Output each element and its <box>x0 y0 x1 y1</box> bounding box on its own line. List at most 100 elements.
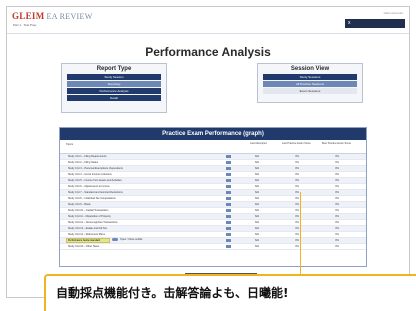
row-last-score: 0% <box>295 161 299 164</box>
row-topic: Study Unit 16 – Other Taxes <box>68 245 100 248</box>
row-expand-icon[interactable] <box>226 179 231 182</box>
row-last-attempted: N/A <box>254 221 260 224</box>
account-bar[interactable]: x <box>345 19 405 28</box>
legend-toggle[interactable]: Open / Close sublist <box>112 238 142 241</box>
row-best-score: 0% <box>335 215 339 218</box>
row-best-score: 0% <box>335 203 339 206</box>
row-last-score: 0% <box>295 173 299 176</box>
row-last-attempted: N/A <box>254 227 260 230</box>
row-topic: Study Unit 14 – Retirement Plans <box>68 233 105 236</box>
app-window: GLEIM EA REVIEW Part 1 · Test Prep Gleim … <box>6 6 410 298</box>
row-last-score: 0% <box>295 197 299 200</box>
performance-table: Practice Exam Performance (graph) Topics… <box>59 127 367 267</box>
row-best-score: 0% <box>335 239 339 242</box>
row-expand-icon[interactable] <box>226 161 231 164</box>
row-last-attempted: N/A <box>254 203 260 206</box>
report-option-study-session[interactable]: Study Session <box>67 74 161 80</box>
logo-main: GLEIM <box>12 11 45 21</box>
row-best-score: 0% <box>335 173 339 176</box>
row-last-score: 0% <box>295 167 299 170</box>
row-best-score: 0% <box>335 245 339 248</box>
row-last-attempted: N/A <box>254 173 260 176</box>
session-option-study[interactable]: Study Sessions <box>263 74 357 80</box>
row-expand-icon[interactable] <box>226 209 231 212</box>
row-last-attempted: N/A <box>254 215 260 218</box>
row-best-score: 0% <box>335 155 339 158</box>
row-expand-icon[interactable] <box>226 155 231 158</box>
row-last-attempted: N/A <box>254 197 260 200</box>
row-expand-icon[interactable] <box>226 227 231 230</box>
row-expand-icon[interactable] <box>226 167 231 170</box>
row-topic: Study Unit 12 – Nonrecognition Transacti… <box>68 221 118 224</box>
table-body: Study Unit 1 – Filing Requirements N/A 0% 0… <box>60 154 366 250</box>
row-expand-icon[interactable] <box>226 215 231 218</box>
row-last-score: 0% <box>295 233 299 236</box>
row-last-attempted: N/A <box>254 239 260 242</box>
col-last-attempted: Last Attempted <box>250 142 267 145</box>
row-expand-icon[interactable] <box>226 245 231 248</box>
row-last-attempted: N/A <box>254 179 260 182</box>
row-last-score: 0% <box>295 221 299 224</box>
session-option-practice[interactable]: All Practice Sessions <box>263 81 357 87</box>
header-divider <box>7 33 409 34</box>
row-topic: Study Unit 4 – Gross Income Inclusions <box>68 173 112 176</box>
row-expand-icon[interactable] <box>226 197 231 200</box>
col-topic: Topics <box>66 143 74 146</box>
header: GLEIM EA REVIEW Part 1 · Test Prep Gleim … <box>7 7 409 35</box>
row-expand-icon[interactable] <box>226 173 231 176</box>
row-last-score: 0% <box>295 245 299 248</box>
row-topic: Study Unit 5 – Income from Assets and Ac… <box>68 179 122 182</box>
session-view-heading: Session View <box>290 66 330 72</box>
row-best-score: 0% <box>335 179 339 182</box>
row-topic: Study Unit 11 – Disposition of Property <box>68 215 111 218</box>
row-topic: Study Unit 8 – Individual Tax Computatio… <box>68 197 116 200</box>
report-type-heading: Report Type <box>96 66 132 72</box>
row-topic: Study Unit 2 – Filing Status <box>68 161 99 164</box>
row-best-score: 0% <box>335 209 339 212</box>
report-option-performance-analysis[interactable]: Performance Analysis <box>67 88 161 94</box>
row-best-score: 0% <box>335 191 339 194</box>
row-expand-icon[interactable] <box>226 221 231 224</box>
report-type-panel: Report Type Study Session Summary Perfor… <box>61 63 167 113</box>
row-last-score: 0% <box>295 239 299 242</box>
row-topic: Study Unit 9 – Basis <box>68 203 91 206</box>
row-last-score: 0% <box>295 155 299 158</box>
row-best-score: 0% <box>335 185 339 188</box>
row-topic: Study Unit 6 – Adjustments to Income <box>68 185 110 188</box>
row-best-score: 0% <box>335 197 339 200</box>
toggle-icon <box>112 238 118 241</box>
legend-toggle-label: Open / Close sublist <box>120 238 143 242</box>
row-expand-icon[interactable] <box>226 233 231 236</box>
row-last-attempted: N/A <box>254 185 260 188</box>
table-heading: Practice Exam Performance (graph) <box>60 128 366 140</box>
row-topic: Study Unit 10 – Capital Transactions <box>68 209 109 212</box>
row-expand-icon[interactable] <box>226 239 231 242</box>
row-last-attempted: N/A <box>254 191 260 194</box>
row-last-attempted: N/A <box>254 155 260 158</box>
row-last-attempted: N/A <box>254 209 260 212</box>
callout-pointer <box>300 192 301 280</box>
row-best-score: 0% <box>335 227 339 230</box>
account-link[interactable]: Gleim Account <box>384 11 403 15</box>
row-best-score: 0% <box>335 233 339 236</box>
row-last-attempted: N/A <box>254 161 260 164</box>
row-last-score: 0% <box>295 209 299 212</box>
logo[interactable]: GLEIM EA REVIEW <box>12 11 93 21</box>
row-expand-icon[interactable] <box>226 203 231 206</box>
row-expand-icon[interactable] <box>226 191 231 194</box>
session-option-exam[interactable]: Exam Sessions <box>263 88 357 94</box>
row-expand-icon[interactable] <box>226 185 231 188</box>
report-option-detail[interactable]: Detail <box>67 95 161 101</box>
row-topic: Study Unit 1 – Filing Requirements <box>68 155 107 158</box>
col-last-score: Last Practice Exam Score <box>282 142 311 145</box>
table-row[interactable]: Study Unit 16 – Other Taxes N/A 0% 0% <box>60 244 366 250</box>
report-option-summary[interactable]: Summary <box>67 81 161 87</box>
row-topic: Study Unit 13 – Estate and Gift Tax <box>68 227 107 230</box>
row-topic: Study Unit 7 – Standard and Itemized Ded… <box>68 191 123 194</box>
row-last-attempted: N/A <box>254 233 260 236</box>
row-topic: Study Unit 3 – Personal Exemptions, Depe… <box>68 167 123 170</box>
row-last-score: 0% <box>295 215 299 218</box>
close-icon[interactable]: x <box>348 20 351 26</box>
row-best-score: 0% <box>335 221 339 224</box>
row-last-score: 0% <box>295 185 299 188</box>
